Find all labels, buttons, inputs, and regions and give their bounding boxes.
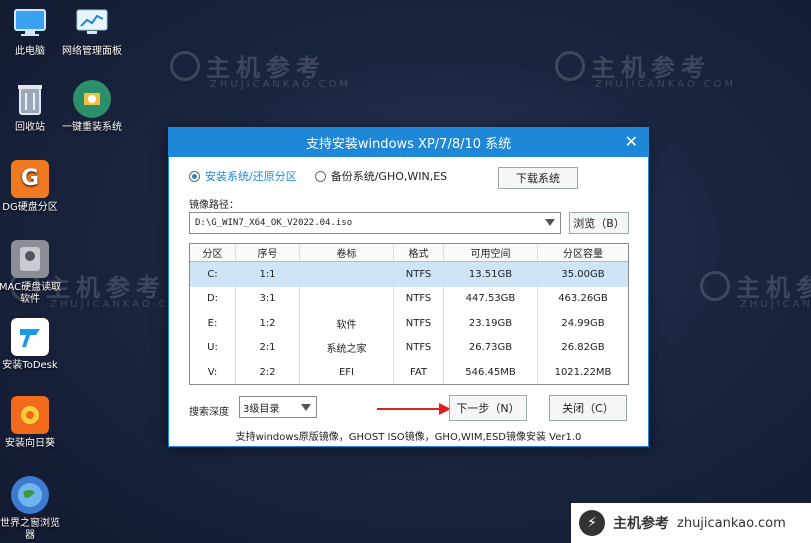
radio-backup[interactable]: 备份系统/GHO,WIN,ES: [314, 168, 447, 184]
table-row[interactable]: D: 3:1 NTFS 447.53GB 463.26GB: [190, 286, 628, 311]
desktop-icon-reinstall[interactable]: 一键重装系统: [60, 80, 124, 134]
table-header: 分区 序号 卷标 格式 可用空间 分区容量: [190, 244, 628, 262]
desktop-icon-sunflower[interactable]: 安装向日葵: [0, 396, 62, 450]
diskgenius-icon: G: [11, 160, 49, 198]
table-row[interactable]: C: 1:1 NTFS 13.51GB 35.00GB: [190, 262, 628, 287]
image-path-label: 镜像路径：: [189, 200, 239, 211]
search-depth-select[interactable]: 3级目录: [239, 396, 317, 418]
radio-install[interactable]: 安装系统/还原分区: [189, 168, 297, 184]
browse-button[interactable]: 浏览（B）: [569, 212, 629, 234]
chevron-down-icon: [301, 404, 311, 411]
table-row[interactable]: U: 2:1 系统之家 NTFS 26.73GB 26.82GB: [190, 335, 628, 360]
column-header: 可用空间: [444, 244, 538, 261]
image-path-select[interactable]: D:\G_WIN7_X64_OK_V2022.04.iso: [189, 212, 561, 234]
watermark: 主机参考 ZHUJICANKAO.COM: [170, 48, 351, 90]
column-header: 格式: [394, 244, 444, 261]
dialog-titlebar: 支持安装windows XP/7/8/10 系统 ✕: [169, 128, 648, 157]
browser-icon: [11, 476, 49, 514]
chevron-down-icon: [545, 219, 555, 226]
site-name: 主机参考: [613, 516, 669, 532]
search-depth-label: 搜索深度: [189, 407, 229, 418]
site-domain: zhujicankao.com: [677, 515, 786, 531]
site-logo-icon: ⚡: [579, 510, 605, 536]
radio-circle: [314, 170, 326, 182]
desktop-icon-diskgenius[interactable]: G DG硬盘分区: [0, 160, 62, 214]
desktop-icon-computer[interactable]: 此电脑: [0, 4, 62, 58]
mac-disk-icon: [11, 240, 49, 278]
reinstall-icon: [73, 80, 111, 118]
mode-radio-group: 安装系统/还原分区 备份系统/GHO,WIN,ES: [189, 168, 465, 184]
computer-icon: [11, 4, 49, 42]
recycle-bin-icon: [11, 80, 49, 118]
table-row[interactable]: V: 2:2 EFI FAT 546.45MB 1021.22MB: [190, 360, 628, 384]
column-header: 序号: [236, 244, 300, 261]
column-header: 分区: [190, 244, 236, 261]
close-button[interactable]: 关闭（C）: [549, 395, 627, 421]
dialog-title: 支持安装windows XP/7/8/10 系统: [305, 137, 512, 152]
radio-circle-checked: [189, 170, 200, 182]
network-panel-icon: [73, 4, 111, 42]
partition-table: 分区 序号 卷标 格式 可用空间 分区容量 C: 1:1 NTFS 13.51G…: [189, 243, 629, 385]
todesk-icon: [11, 318, 49, 356]
watermark: 主机参考 ZHUJICANKAO.COM: [555, 48, 736, 90]
site-banner: ⚡ 主机参考 zhujicankao.com: [571, 503, 811, 543]
desktop-icon-todesk[interactable]: 安装ToDesk: [0, 318, 62, 372]
column-header: 分区容量: [563, 249, 603, 260]
watermark: 主机参考 ZHUJICANKAO.COM: [700, 268, 811, 310]
download-system-button[interactable]: 下载系统: [498, 167, 578, 189]
column-header: 卷标: [300, 244, 394, 261]
dialog-footer: 支持windows原版镜像，GHOST ISO镜像，GHO,WIM,ESD镜像安…: [235, 431, 582, 443]
table-row[interactable]: E: 1:2 软件 NTFS 23.19GB 24.99GB: [190, 311, 628, 336]
install-dialog: 支持安装windows XP/7/8/10 系统 ✕ 安装系统/还原分区 备份系…: [168, 127, 649, 447]
pointer-arrow-icon: [377, 408, 441, 410]
desktop-icon-browser[interactable]: 世界之窗浏览器: [0, 476, 62, 542]
desktop-icon-mac-disk[interactable]: MAC硬盘读取软件: [0, 240, 62, 306]
desktop-icon-recycle-bin[interactable]: 回收站: [0, 80, 62, 134]
sunflower-icon: [11, 396, 49, 434]
close-icon[interactable]: ✕: [625, 133, 638, 151]
next-button[interactable]: 下一步（N）: [449, 395, 527, 421]
desktop-icon-network-panel[interactable]: 网络管理面板: [60, 4, 124, 58]
